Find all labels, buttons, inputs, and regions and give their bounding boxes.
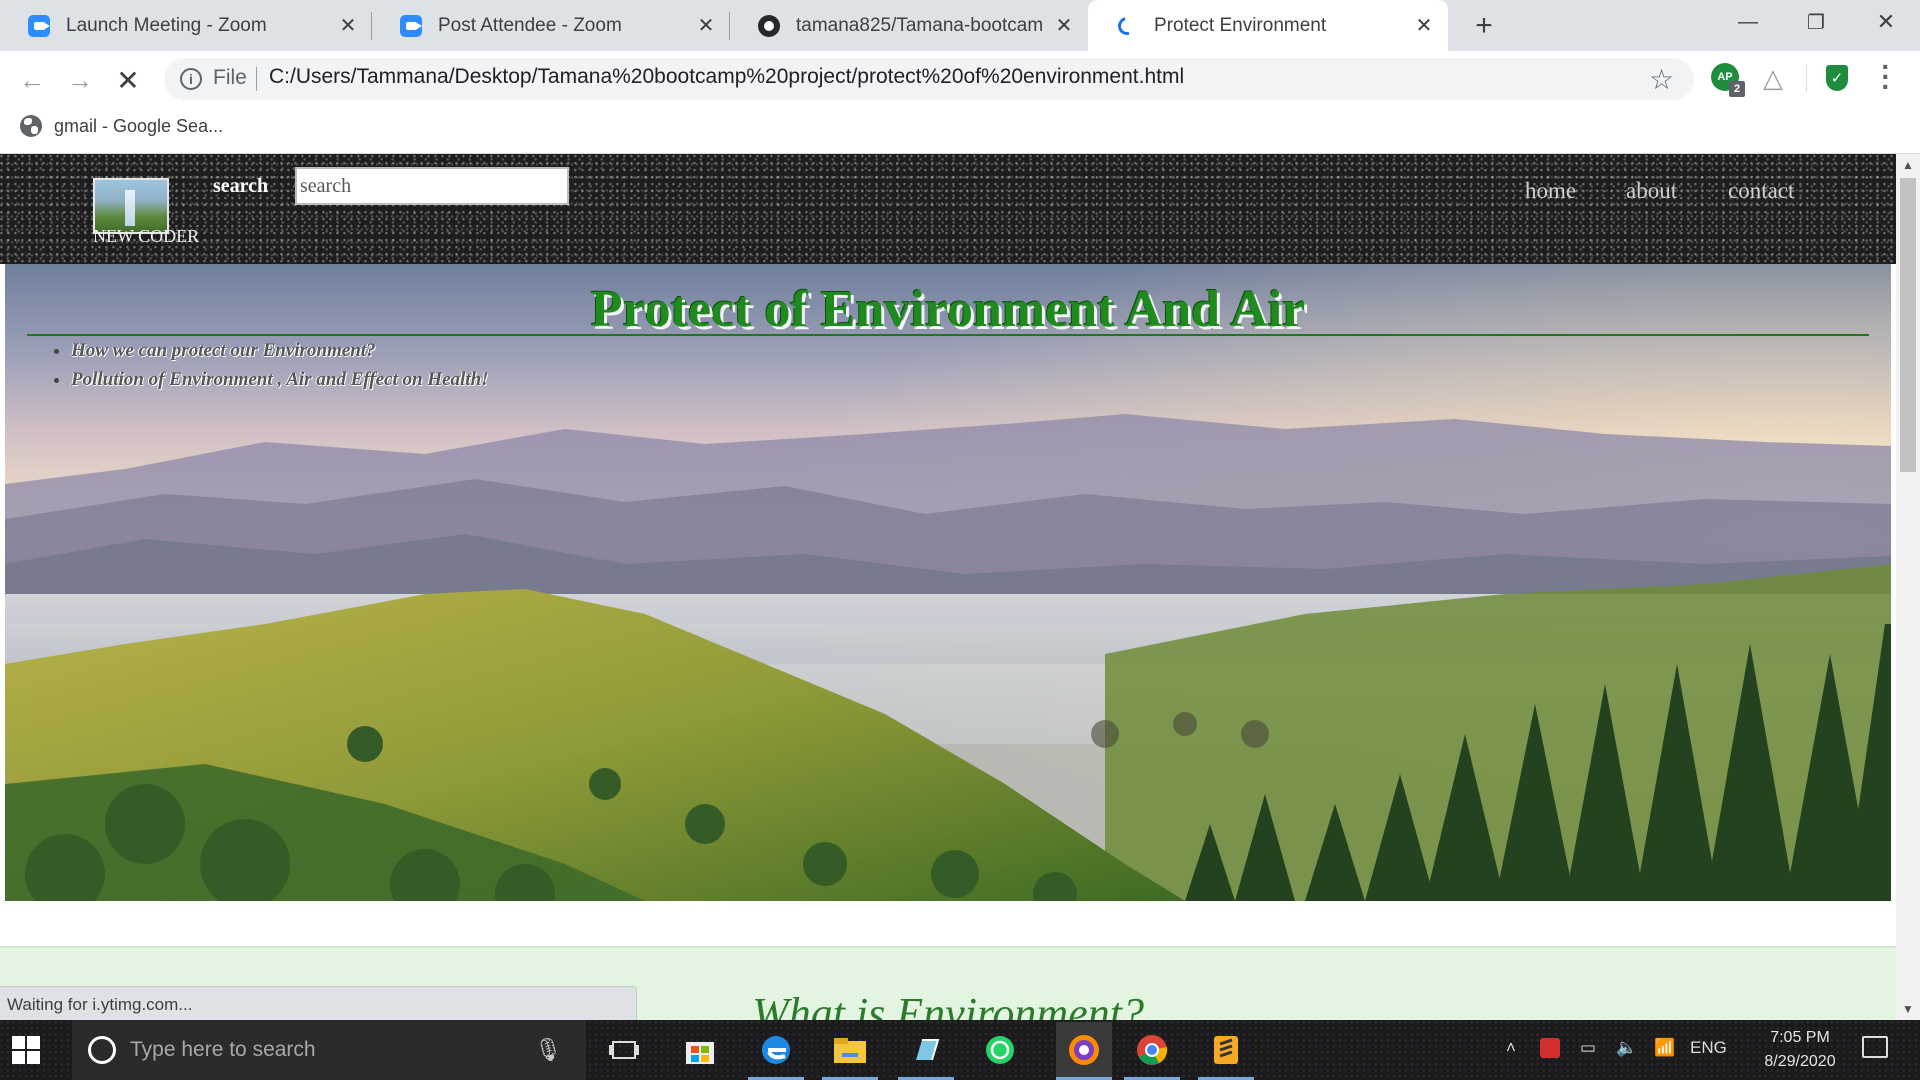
info-icon[interactable]: i — [180, 68, 202, 90]
chrome-icon[interactable] — [1132, 1030, 1172, 1070]
taskbar-search-placeholder: Type here to search — [130, 1038, 316, 1061]
bookmark-star-icon[interactable]: ☆ — [1649, 63, 1674, 96]
whatsapp-icon[interactable] — [980, 1030, 1020, 1070]
taskbar-search-box[interactable]: Type here to search 🎙 — [72, 1020, 586, 1080]
page-viewport: NEW CODER search home about contact — [0, 154, 1896, 1020]
site-header: NEW CODER search home about contact — [0, 154, 1896, 264]
tab-github[interactable]: tamana825/Tamana-bootcamp-p ✕ — [730, 0, 1088, 51]
close-icon[interactable]: ✕ — [1054, 15, 1074, 37]
action-center-icon[interactable] — [1862, 1036, 1888, 1058]
address-separator — [256, 67, 257, 91]
tab-title: Protect Environment — [1154, 14, 1327, 36]
hero-topic-list: How we can protect our Environment? Poll… — [71, 340, 489, 398]
tab-title: Launch Meeting - Zoom — [66, 14, 267, 36]
shield-check-icon[interactable]: ✓ — [1822, 63, 1852, 93]
bookmark-gmail[interactable]: gmail - Google Sea... — [20, 112, 223, 140]
site-search-input[interactable] — [295, 167, 569, 205]
nav-home[interactable]: home — [1525, 178, 1576, 204]
scroll-up-icon[interactable]: ▲ — [1896, 154, 1920, 176]
tab-title: Post Attendee - Zoom — [438, 14, 622, 36]
task-view-icon[interactable] — [604, 1030, 644, 1070]
scheme-label: File — [213, 66, 247, 89]
notepad-icon[interactable] — [906, 1030, 946, 1070]
page-scrollbar[interactable]: ▲ ▼ — [1896, 154, 1920, 1020]
toolbar-separator — [1806, 64, 1807, 92]
status-bubble: Waiting for i.ytimg.com... — [0, 986, 637, 1020]
github-icon — [758, 14, 780, 37]
restore-icon[interactable]: ❐ — [1782, 0, 1850, 44]
globe-icon — [20, 115, 42, 137]
drive-extension-icon[interactable]: △ — [1758, 63, 1788, 93]
extension-badge-count: 2 — [1729, 81, 1745, 97]
url-text[interactable]: C:/Users/Tammana/Desktop/Tamana%20bootca… — [269, 65, 1184, 89]
wifi-icon[interactable]: 📶 — [1654, 1038, 1675, 1058]
extension-ap-icon[interactable]: AP 2 — [1711, 63, 1745, 97]
back-arrow-icon[interactable]: ← — [14, 62, 50, 98]
clock-time: 7:05 PM — [1770, 1029, 1830, 1046]
antivirus-tray-icon[interactable] — [1540, 1038, 1560, 1063]
window-close-icon[interactable]: ✕ — [1852, 0, 1920, 44]
nav-about[interactable]: about — [1626, 178, 1677, 204]
tab-protect-environment[interactable]: Protect Environment ✕ — [1088, 0, 1448, 51]
search-label: search — [213, 175, 269, 197]
close-icon[interactable]: ✕ — [338, 15, 358, 37]
hero-banner: Protect of Environment And Air How we ca… — [5, 264, 1891, 901]
hero-title: Protect of Environment And Air — [590, 281, 1306, 338]
tab-launch-meeting[interactable]: Launch Meeting - Zoom ✕ — [0, 0, 372, 51]
scroll-down-icon[interactable]: ▼ — [1896, 998, 1920, 1020]
hero-divider — [27, 334, 1869, 336]
brave-browser-icon[interactable] — [1056, 1022, 1112, 1078]
zoom-icon — [400, 14, 422, 37]
loading-spinner-icon — [1114, 13, 1140, 38]
stop-loading-icon[interactable]: ✕ — [110, 62, 146, 98]
file-explorer-icon[interactable] — [830, 1030, 870, 1070]
taskbar-clock[interactable]: 7:05 PM 8/29/2020 — [1750, 1026, 1850, 1074]
scrollbar-thumb[interactable] — [1900, 178, 1916, 472]
tab-title: tamana825/Tamana-bootcamp-p — [796, 14, 1044, 36]
store-icon[interactable] — [680, 1030, 720, 1070]
hero-topic-item[interactable]: Pollution of Environment , Air and Effec… — [71, 369, 489, 391]
cortana-icon[interactable] — [88, 1036, 116, 1064]
windows-start-icon[interactable] — [12, 1036, 40, 1064]
hero-topic-item[interactable]: How we can protect our Environment? — [71, 340, 489, 362]
browser-menu-icon[interactable]: · · · — [1876, 53, 1896, 101]
battery-icon[interactable]: ▭ — [1580, 1038, 1596, 1058]
forward-arrow-icon[interactable]: → — [62, 62, 98, 98]
new-tab-button[interactable]: + — [1466, 8, 1502, 44]
language-indicator[interactable]: ENG — [1690, 1038, 1727, 1058]
close-icon[interactable]: ✕ — [696, 15, 716, 37]
close-icon[interactable]: ✕ — [1414, 15, 1434, 37]
microphone-icon[interactable]: 🎙 — [534, 1037, 562, 1063]
minimize-icon[interactable]: — — [1714, 0, 1782, 44]
bookmarks-bar — [0, 107, 1920, 154]
show-hidden-icons-icon[interactable]: ˄ — [1506, 1038, 1516, 1058]
volume-icon[interactable]: 🔈 — [1616, 1038, 1637, 1058]
nav-contact[interactable]: contact — [1728, 178, 1794, 204]
bookmark-label: gmail - Google Sea... — [54, 115, 224, 136]
clock-date: 8/29/2020 — [1764, 1053, 1836, 1070]
edge-icon[interactable] — [756, 1030, 796, 1070]
tab-post-attendee[interactable]: Post Attendee - Zoom ✕ — [372, 0, 730, 51]
sublime-text-icon[interactable] — [1206, 1030, 1246, 1070]
zoom-icon — [28, 14, 50, 37]
logo-text: NEW CODER — [93, 226, 200, 246]
